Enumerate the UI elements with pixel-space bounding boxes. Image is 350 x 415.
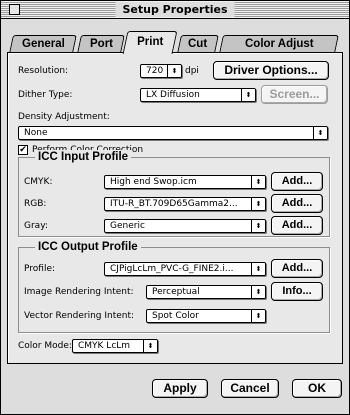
tab-general[interactable]: General [9, 35, 77, 53]
popup-arrow-icon: ⬍ [143, 340, 157, 352]
tab-cut[interactable]: Cut [177, 35, 219, 53]
dither-type-label: Dither Type: [18, 90, 73, 100]
tab-port[interactable]: Port [77, 35, 125, 53]
gray-profile-value: Generic [110, 221, 145, 231]
resolution-popup[interactable]: 720 ⬍ [140, 64, 182, 78]
resolution-unit: dpi [185, 66, 199, 76]
stepper-arrow-icon: ⬍ [167, 65, 181, 77]
rgb-profile-value: ITU-R_BT.709D65Gamma2... [110, 199, 238, 209]
popup-arrow-icon: ⬍ [241, 89, 255, 101]
info-button[interactable]: Info... [271, 282, 323, 301]
rgb-add-button[interactable]: Add... [271, 194, 323, 213]
tab-color-adjust[interactable]: Color Adjust [219, 35, 339, 53]
popup-arrow-icon: ⬍ [251, 198, 265, 210]
popup-arrow-icon: ⬍ [251, 263, 265, 275]
tab-color-adjust-label: Color Adjust [244, 38, 314, 50]
output-profile-value: CJPigLcLm_PVC-G_FINE2.i... [110, 264, 234, 274]
ok-button[interactable]: OK [292, 379, 342, 398]
resolution-label: Resolution: [18, 66, 69, 76]
tab-print[interactable]: Print [122, 31, 178, 54]
gray-label: Gray: [24, 221, 48, 231]
cmyk-profile-value: High end Swop.icm [110, 177, 197, 187]
dither-type-value: LX Diffusion [146, 90, 200, 100]
output-profile-popup[interactable]: CJPigLcLm_PVC-G_FINE2.i... ⬍ [104, 262, 266, 276]
popup-arrow-icon: ⬍ [313, 127, 327, 139]
title-bar[interactable]: Setup Properties [1, 1, 349, 19]
vector-rendering-intent-value: Spot Color [152, 311, 199, 321]
color-mode-label: Color Mode: [18, 341, 72, 351]
color-correction-checkbox[interactable]: ✔ [18, 145, 28, 155]
density-adjustment-value: None [24, 128, 48, 138]
vector-rendering-intent-label: Vector Rendering Intent: [24, 311, 135, 321]
cmyk-label: CMYK: [24, 177, 53, 187]
window-title: Setup Properties [115, 2, 235, 17]
tab-general-label: General [21, 38, 65, 50]
gray-profile-popup[interactable]: Generic ⬍ [104, 219, 266, 233]
cmyk-profile-popup[interactable]: High end Swop.icm ⬍ [104, 175, 266, 189]
vector-rendering-intent-popup[interactable]: Spot Color ⬍ [146, 309, 266, 323]
apply-button[interactable]: Apply [152, 379, 208, 398]
gray-add-button[interactable]: Add... [271, 216, 323, 235]
output-profile-add-button[interactable]: Add... [271, 259, 323, 278]
image-rendering-intent-popup[interactable]: Perceptual ⬍ [146, 285, 266, 299]
setup-properties-window: Setup Properties General Port Print Cut … [0, 0, 350, 415]
icc-output-profile-title: ICC Output Profile [35, 240, 141, 254]
print-tab-panel: Resolution: 720 ⬍ dpi Driver Options... … [7, 52, 343, 364]
tab-print-label: Print [136, 36, 164, 48]
popup-arrow-icon: ⬍ [251, 176, 265, 188]
tab-port-label: Port [89, 38, 113, 50]
popup-arrow-icon: ⬍ [251, 220, 265, 232]
close-box[interactable] [9, 4, 20, 15]
cmyk-add-button[interactable]: Add... [271, 172, 323, 191]
tab-cut-label: Cut [188, 38, 208, 50]
rgb-profile-popup[interactable]: ITU-R_BT.709D65Gamma2... ⬍ [104, 197, 266, 211]
tab-bar: General Port Print Cut Color Adjust [7, 31, 345, 54]
cancel-button[interactable]: Cancel [221, 379, 279, 398]
popup-arrow-icon: ⬍ [251, 310, 265, 322]
screen-button[interactable]: Screen... [261, 85, 328, 104]
resolution-value: 720 [146, 66, 164, 76]
image-rendering-intent-value: Perceptual [152, 287, 200, 297]
color-mode-popup[interactable]: CMYK LcLm ⬍ [72, 339, 158, 353]
popup-arrow-icon: ⬍ [251, 286, 265, 298]
image-rendering-intent-label: Image Rendering Intent: [24, 287, 134, 297]
density-adjustment-popup[interactable]: None ⬍ [18, 126, 328, 140]
dither-type-popup[interactable]: LX Diffusion ⬍ [140, 88, 256, 102]
rgb-label: RGB: [24, 199, 47, 209]
icc-input-profile-title: ICC Input Profile [35, 150, 132, 164]
output-profile-label: Profile: [24, 264, 56, 274]
density-adjustment-label: Density Adjustment: [18, 112, 110, 122]
driver-options-button[interactable]: Driver Options... [213, 61, 329, 80]
color-mode-value: CMYK LcLm [78, 341, 131, 351]
